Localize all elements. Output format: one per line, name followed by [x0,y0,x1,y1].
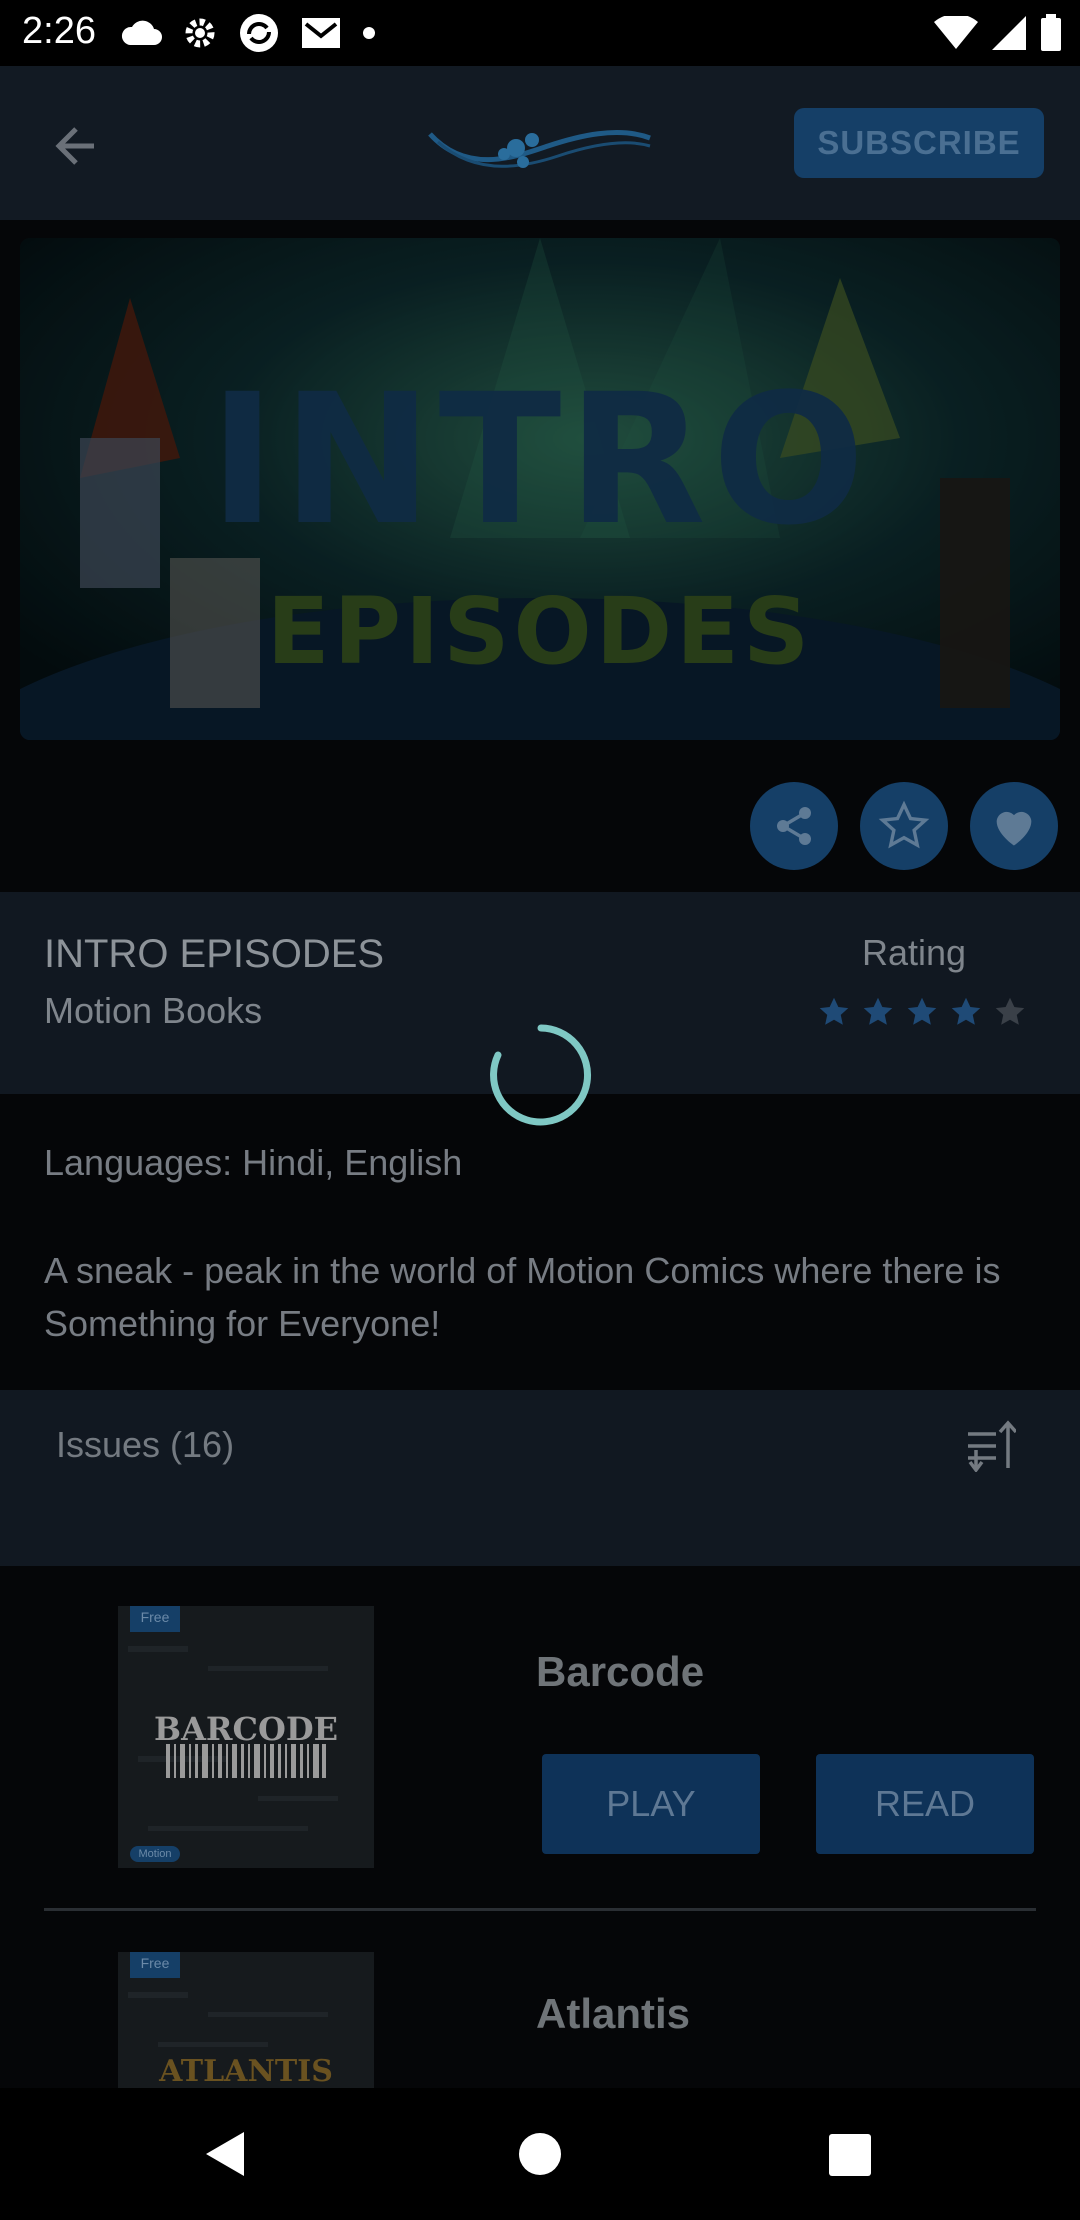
like-button[interactable] [970,782,1058,870]
star-icon [878,800,930,849]
star-filled-icon [951,997,981,1025]
series-title: INTRO EPISODES [44,932,385,976]
more-notifications-dot [363,27,375,39]
status-time: 2:26 [22,10,96,52]
battery-icon [1041,14,1061,51]
share-button[interactable] [750,782,838,870]
issue-title: Atlantis [536,1990,691,2037]
navigation-bar [0,2088,1080,2220]
free-badge: Free [130,1952,180,1978]
wifi-icon [934,16,978,49]
subscribe-button[interactable]: SUBSCRIBE [794,108,1044,178]
issue-cover[interactable]: Free BARCODE Motion [118,1606,374,1868]
cover-title: BARCODE [154,1710,338,1748]
share-icon [777,807,811,845]
mail-icon [302,18,340,48]
gear-icon [185,18,215,48]
star-filled-icon [819,997,849,1025]
free-badge: Free [130,1606,180,1632]
rating-stars [816,994,1028,1030]
play-button[interactable]: PLAY [542,1754,760,1854]
app-bar: SUBSCRIBE [0,66,1080,220]
recents-nav-button[interactable] [829,2134,871,2176]
series-banner: INTRO EPISODES [20,238,1060,740]
list-divider [44,1908,1036,1911]
series-description: A sneak - peak in the world of Motion Co… [44,1250,1001,1344]
barcode-graphic [166,1744,326,1778]
issue-item[interactable]: Free ATLANTIS Atlantis [0,1952,1080,2088]
series-publisher: Motion Books [44,990,263,1031]
app-sync-icon [240,14,278,52]
read-button[interactable]: READ [816,1754,1034,1854]
star-filled-icon [907,997,937,1025]
issue-cover[interactable]: Free ATLANTIS [118,1952,374,2088]
status-bar: 2:26 [0,0,1080,66]
heart-icon [996,811,1032,846]
motion-tag: Motion [130,1846,180,1862]
issue-title: Barcode [536,1648,705,1695]
banner-dim-overlay [20,238,1060,740]
issues-header: Issues (16) [0,1390,1080,1566]
cloud-icon [121,20,162,45]
home-nav-button[interactable] [518,2132,562,2176]
star-empty-icon [995,997,1025,1025]
loading-spinner [490,1024,592,1126]
sort-icon[interactable] [966,1420,1016,1472]
star-filled-icon [863,997,893,1025]
back-nav-button[interactable] [204,2130,246,2178]
signal-icon [992,16,1026,50]
notification-icons [120,8,376,58]
favorite-button[interactable] [860,782,948,870]
languages-text: Languages: Hindi, English [44,1142,463,1183]
system-icons [934,8,1062,58]
back-arrow-icon[interactable] [46,116,106,176]
issues-count-label: Issues (16) [56,1424,235,1465]
rating-label: Rating [862,932,967,973]
issue-item[interactable]: Free BARCODE Motion Barcode PLAY READ [0,1606,1080,1906]
app-logo [428,130,651,168]
cover-title: ATLANTIS [159,2054,333,2088]
